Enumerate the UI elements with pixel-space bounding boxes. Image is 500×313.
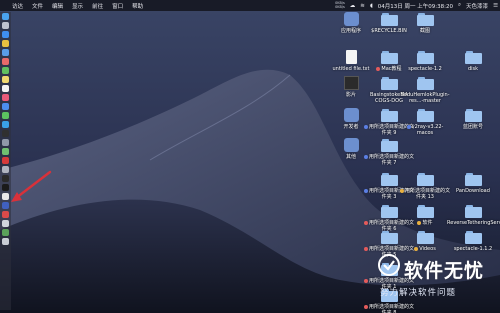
desktop-item-text: spectacle-1.2 xyxy=(408,66,442,72)
desktop-item-label: 蓝团账号 xyxy=(447,124,499,130)
desktop-item[interactable]: PanDownload xyxy=(447,172,499,194)
desktop-item-label: 其他 xyxy=(325,154,377,160)
desktop-item-label: v2ray-v3.22-macos xyxy=(399,124,451,136)
folder-icon xyxy=(416,108,434,122)
desktop-item-label: spectacle-1.2 xyxy=(399,66,451,72)
folder-icon xyxy=(380,108,398,122)
desktop-item-label: 软件 xyxy=(399,220,451,226)
desktop-item-text: 应用程序 xyxy=(340,28,361,34)
watermark-title: 软件无忧 xyxy=(404,260,485,282)
tag-dot-icon xyxy=(363,220,368,225)
application-icon xyxy=(343,138,360,152)
folder-icon xyxy=(416,172,434,186)
tag-dot-icon xyxy=(399,188,404,193)
desktop[interactable]: 访达 文件 编辑 显示 前往 窗口 帮助 0KB/s 0KB/s ☁ ≋ ◖ 0… xyxy=(0,0,500,313)
desktop-item-label: PanDownload xyxy=(447,188,499,194)
folder-icon xyxy=(380,204,398,218)
folder-icon xyxy=(416,230,434,244)
tag-dot-icon xyxy=(363,304,368,309)
desktop-item-text: 蓝团账号 xyxy=(462,124,483,130)
folder-icon xyxy=(380,76,398,90)
folder-icon xyxy=(464,204,482,218)
desktop-item[interactable]: disk xyxy=(447,50,499,72)
folder-icon xyxy=(416,76,434,90)
watermark-logo-icon xyxy=(378,254,400,276)
desktop-item[interactable]: 其他 xyxy=(325,138,377,160)
desktop-item-text: 用所选项目新建的文件夹 13 xyxy=(404,188,450,200)
tag-dot-icon xyxy=(376,66,381,71)
desktop-item[interactable]: spectacle-1.2 xyxy=(399,50,451,72)
desktop-item-text: 开发者 xyxy=(343,124,359,130)
watermark-subtitle: 努力解决软件问题 xyxy=(380,288,457,298)
tag-dot-icon xyxy=(417,220,422,225)
folder-icon xyxy=(380,138,398,152)
folder-icon xyxy=(416,50,434,64)
desktop-item-text: v2ray-v3.22-macos xyxy=(411,124,444,136)
watermark: 软件无忧 努力解决软件问题 xyxy=(376,250,494,308)
document-icon xyxy=(343,50,360,64)
desktop-item-label: 用所选项目新建的文件夹 13 xyxy=(399,188,451,200)
desktop-item-label: ReverseTetheringServer_1.2.0 xyxy=(447,220,500,226)
desktop-item[interactable]: 截图 xyxy=(399,12,451,34)
desktop-item-label: 开发者 xyxy=(325,124,377,130)
folder-icon xyxy=(380,230,398,244)
folder-icon xyxy=(464,108,482,122)
folder-icon xyxy=(380,172,398,186)
desktop-item-text: disk xyxy=(467,66,479,72)
folder-icon xyxy=(416,204,434,218)
desktop-item[interactable]: ReverseTetheringServer_1.2.0 xyxy=(447,204,500,226)
desktop-item-label: disk xyxy=(447,66,499,72)
desktop-item[interactable]: BoduHemlokPlugin-res...-master xyxy=(399,76,451,104)
folder-icon xyxy=(380,12,398,26)
tag-dot-icon xyxy=(363,246,368,251)
desktop-item[interactable]: 软件 xyxy=(399,204,451,226)
folder-icon xyxy=(380,50,398,64)
folder-icon xyxy=(416,12,434,26)
folder-icon xyxy=(464,172,482,186)
folder-icon xyxy=(464,230,482,244)
tag-dot-icon xyxy=(363,278,368,283)
application-icon xyxy=(343,12,360,26)
desktop-item-text: 软件 xyxy=(422,220,433,226)
desktop-item-text: ReverseTetheringServer_1.2.0 xyxy=(447,220,500,226)
desktop-item[interactable]: 蓝团账号 xyxy=(447,108,499,130)
desktop-item-text: BoduHemlokPlugin-res...-master xyxy=(400,92,450,104)
desktop-item-text: 截图 xyxy=(419,28,430,34)
desktop-item-text: PanDownload xyxy=(456,188,490,194)
desktop-item[interactable]: v2ray-v3.22-macos xyxy=(399,108,451,136)
desktop-item[interactable]: Videos xyxy=(399,230,451,252)
application-icon xyxy=(343,108,360,122)
desktop-item-label: BoduHemlokPlugin-res...-master xyxy=(399,92,451,104)
desktop-item[interactable]: spectacle-1.1.2 xyxy=(447,230,499,252)
application-icon xyxy=(343,76,360,90)
tag-dot-icon xyxy=(406,124,411,129)
folder-icon xyxy=(464,50,482,64)
desktop-item-label: 截图 xyxy=(399,28,451,34)
desktop-item[interactable]: 用所选项目新建的文件夹 13 xyxy=(399,172,451,200)
desktop-item-text: 其他 xyxy=(345,154,356,160)
desktop-item[interactable]: 开发者 xyxy=(325,108,377,130)
tag-dot-icon xyxy=(363,188,368,193)
desktop-item-text: 影片 xyxy=(345,92,356,98)
